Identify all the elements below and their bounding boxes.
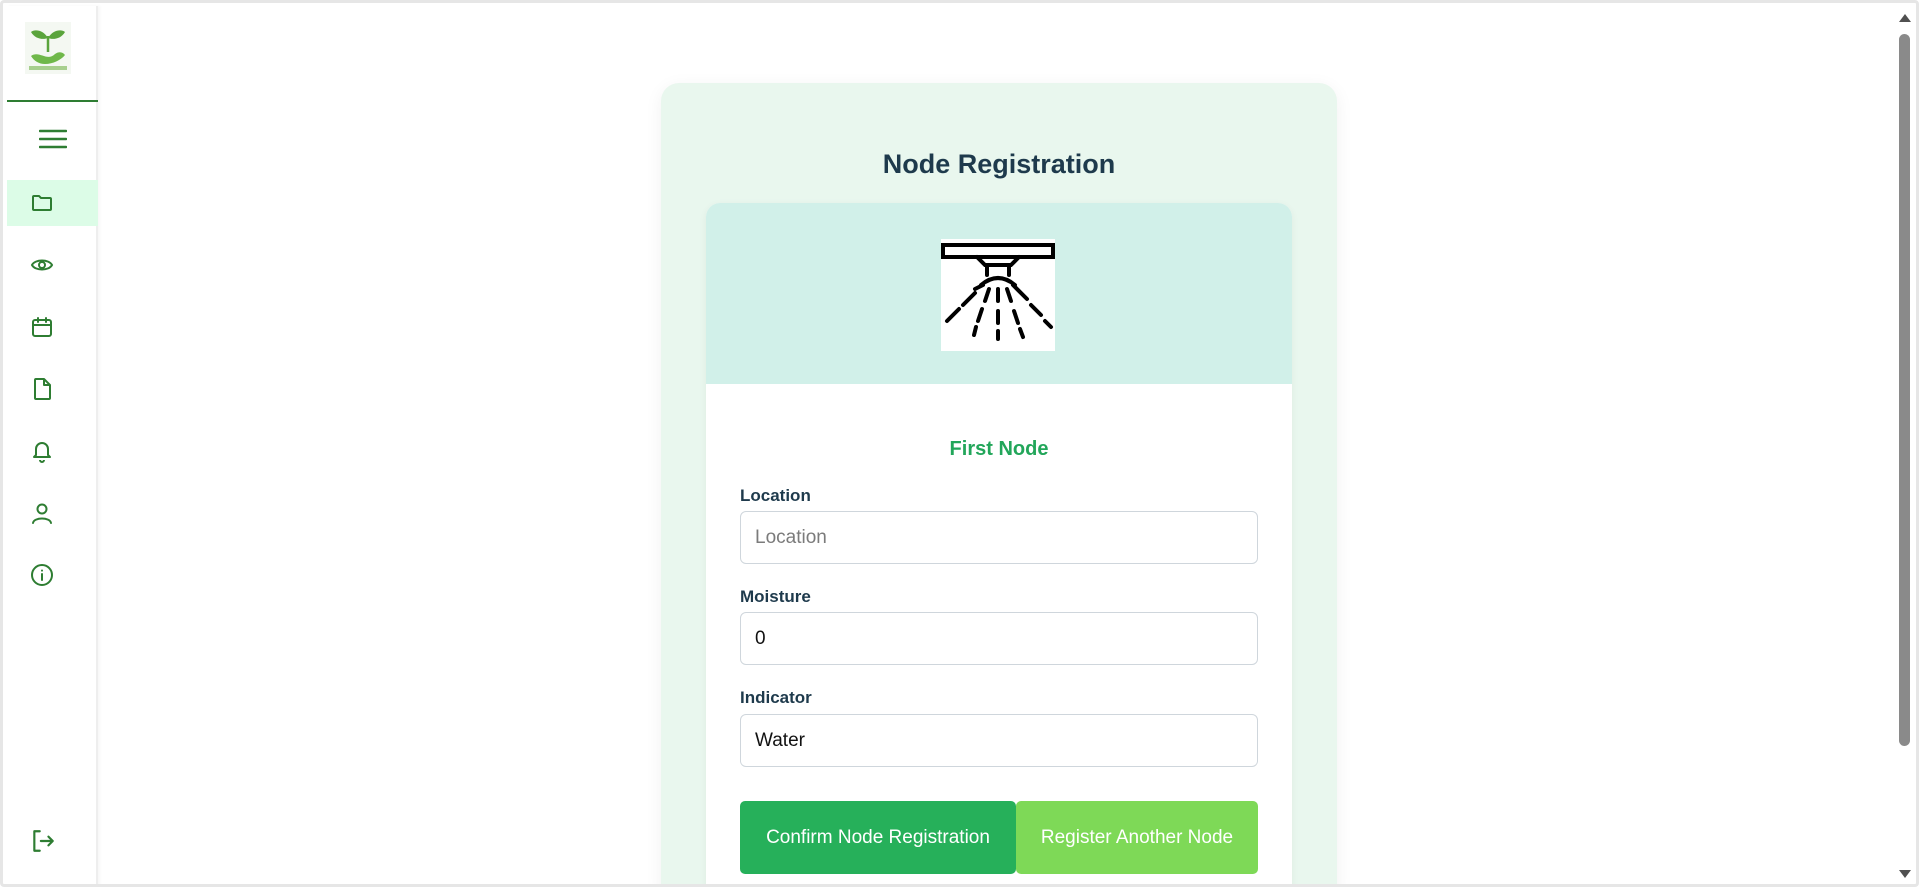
sidebar-item-notifications[interactable] <box>7 428 98 474</box>
node-form-panel: First Node Location Moisture Indicator C… <box>706 203 1292 884</box>
user-icon <box>32 503 52 524</box>
file-icon <box>34 378 51 400</box>
logout-icon <box>33 830 54 852</box>
sidebar <box>7 6 98 884</box>
sprinkler-icon <box>941 239 1055 351</box>
folder-icon <box>32 195 52 211</box>
vertical-scrollbar[interactable] <box>1896 6 1913 884</box>
sidebar-item-profile[interactable] <box>7 490 98 536</box>
sidebar-item-calendar[interactable] <box>7 304 98 350</box>
sidebar-item-folders[interactable] <box>7 180 98 226</box>
sidebar-item-about[interactable] <box>7 552 98 598</box>
node-title: First Node <box>949 438 1049 460</box>
register-another-node-button[interactable]: Register Another Node <box>1016 801 1258 874</box>
indicator-input[interactable] <box>740 714 1258 767</box>
location-label: Location <box>740 486 811 505</box>
page-title: Node Registration <box>882 149 1116 179</box>
info-icon <box>31 564 53 586</box>
confirm-node-registration-button[interactable]: Confirm Node Registration <box>740 801 1016 874</box>
sidebar-item-reports[interactable] <box>7 366 98 412</box>
logo-icon <box>25 22 71 74</box>
menu-icon <box>38 129 68 149</box>
node-registration-card: Node Registration First Node Location Lo… <box>661 83 1337 884</box>
logo-container <box>7 6 98 102</box>
bell-icon <box>33 442 51 463</box>
scroll-down-arrow-icon[interactable] <box>1899 870 1911 878</box>
eye-icon <box>30 259 54 271</box>
moisture-input[interactable] <box>740 612 1258 665</box>
scroll-up-arrow-icon[interactable] <box>1899 14 1911 22</box>
calendar-icon <box>32 317 52 337</box>
node-image-header <box>706 203 1292 384</box>
moisture-label: Moisture <box>740 587 811 606</box>
menu-toggle-button[interactable] <box>38 127 68 151</box>
sidebar-item-monitor[interactable] <box>7 242 98 288</box>
scroll-thumb[interactable] <box>1899 34 1910 746</box>
indicator-label: Indicator <box>740 688 812 707</box>
location-input[interactable] <box>740 511 1258 564</box>
logout-button[interactable] <box>7 818 98 864</box>
app-window: Node Registration First Node Location Lo… <box>0 0 1919 887</box>
